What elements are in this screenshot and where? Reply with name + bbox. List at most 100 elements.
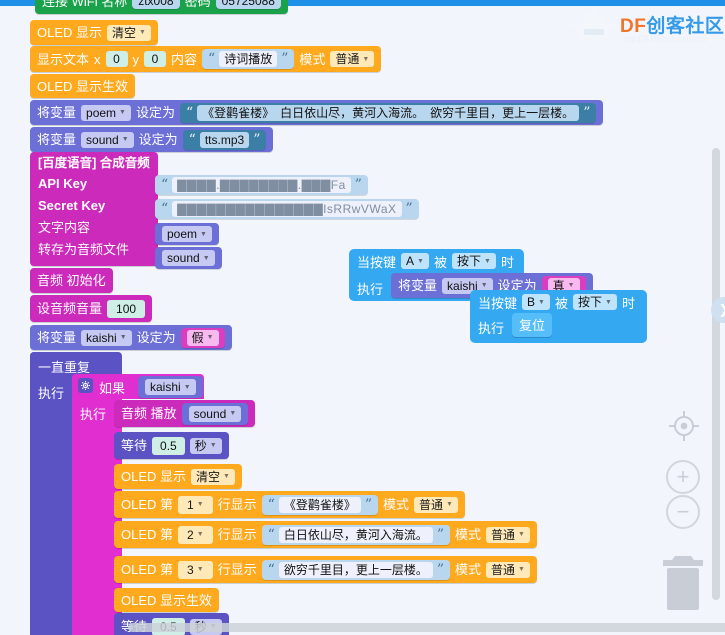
oled-line-1-text[interactable]: 《登鹳雀楼》 (278, 496, 361, 513)
wifi-password-value: 05725088 (221, 0, 275, 8)
center-workspace-button[interactable] (668, 410, 700, 442)
set-poem-variable[interactable]: poem ▼ (81, 104, 131, 121)
block-show-text[interactable]: 显示文本 x 0 y 0 内容 “ 诗词播放 ” 模式 普通 ▼ (30, 46, 382, 72)
oled-refresh-top-label: OLED 显示生效 (37, 78, 129, 94)
event-a-action[interactable]: 按下 ▼ (451, 253, 496, 269)
secretkey-text-block[interactable]: “ ▇▇▇▇▇▇▇▇▇▇▇▇▇▇▇IsRRwVWaX ” (155, 199, 419, 219)
block-wifi-connect[interactable]: 连接 WiFi 名称 ztx008 密码 05725088 (35, 0, 288, 14)
quote-open-icon: “ (267, 496, 275, 513)
chevron-down-icon: ▼ (538, 298, 545, 306)
vertical-scrollbar[interactable] (712, 148, 720, 600)
wifi-ssid-value: ztx008 (138, 0, 174, 8)
oled-line-1-mode[interactable]: 普通 ▼ (414, 496, 458, 513)
show-text-content-block[interactable]: “ 诗词播放 ” (202, 49, 295, 69)
block-set-variable-poem[interactable]: 将变量 poem ▼ 设定为 “ 《登鹳雀楼》 白日依山尽，黄河入海流。 欲穷千… (30, 100, 604, 125)
oled-line-3-text[interactable]: 欲穷千里目，更上一层楼。 (278, 561, 433, 578)
wifi-ssid-value-block[interactable]: ztx008 (132, 0, 180, 9)
sound-text-block[interactable]: “ tts.mp3 ” (182, 129, 267, 150)
gear-icon[interactable] (78, 378, 93, 393)
block-oled-refresh-top[interactable]: OLED 显示生效 (30, 74, 136, 98)
show-text-x-value[interactable]: 0 (105, 51, 128, 67)
set-sound-variable[interactable]: sound ▼ (81, 131, 134, 148)
apikey-value[interactable]: ▇▇▇▇.▇▇▇▇▇▇▇▇.▇▇▇Fa (172, 177, 351, 193)
kaishi-false-block[interactable]: 假 ▼ (180, 327, 225, 348)
oled-clear-loop-mode-text: 清空 (196, 469, 221, 484)
wait-1-value[interactable]: 0.5 (152, 436, 185, 455)
event-a-key[interactable]: A ▼ (401, 253, 429, 269)
block-oled-refresh-loop[interactable]: OLED 显示生效 (114, 588, 220, 612)
event-b-key[interactable]: B ▼ (522, 294, 550, 310)
if-do-label: 执行 (80, 407, 107, 422)
block-wait-1[interactable]: 等待 0.5 秒 ▼ (114, 432, 229, 459)
poem-text-value[interactable]: 《登鹳雀楼》 白日依山尽，黄河入海流。 欲穷千里目，更上一层楼。 (197, 104, 580, 121)
audio-play-label: 音频 播放 (121, 406, 177, 421)
kaishi-false-value[interactable]: 假 ▼ (186, 329, 219, 346)
zoom-out-button[interactable]: − (666, 495, 700, 529)
apikey-text-block[interactable]: “ ▇▇▇▇.▇▇▇▇▇▇▇▇.▇▇▇Fa ” (155, 175, 368, 195)
trash-button[interactable] (657, 552, 709, 614)
block-baidu-tts[interactable]: [百度语音] 合成音频 API Key Secret Key 文字内容 转存为音… (30, 152, 158, 266)
block-set-kaishi-false[interactable]: 将变量 kaishi ▼ 设定为 假 ▼ (30, 325, 232, 350)
secretkey-value[interactable]: ▇▇▇▇▇▇▇▇▇▇▇▇▇▇▇IsRRwVWaX (172, 201, 402, 217)
show-text-y-value[interactable]: 0 (144, 51, 167, 67)
crosshair-target-icon (669, 411, 699, 441)
wifi-password-value-block[interactable]: 05725088 (215, 0, 281, 9)
blockly-workspace[interactable]: DF创客社区 mc.DFRobot.com.cn 连接 WiFi 名称 ztx0… (0, 0, 725, 635)
show-text-mode-value[interactable]: 普通 ▼ (330, 51, 375, 67)
block-oled-line-1[interactable]: OLED 第 1 ▼ 行显示 “ 《登鹳雀楼》 ” 模式 普通 ▼ (114, 491, 465, 518)
oled-clear-loop-label: OLED 显示 (121, 469, 187, 484)
quote-close-icon: ” (364, 496, 373, 513)
horizontal-scrollbar[interactable] (128, 623, 725, 632)
set-kaishi-variable-text: kaishi (86, 330, 117, 345)
show-text-label: 显示文本 (37, 51, 90, 67)
baidu-tts-apikey-socket[interactable]: “ ▇▇▇▇.▇▇▇▇▇▇▇▇.▇▇▇Fa ” (155, 175, 368, 195)
oled-line-1-text-block[interactable]: “ 《登鹳雀楼》 ” (261, 494, 379, 515)
sound-text-value[interactable]: tts.mp3 (199, 131, 250, 148)
block-audio-init[interactable]: 音频 初始化 (30, 268, 113, 293)
block-oled-line-2[interactable]: OLED 第 2 ▼ 行显示 “ 白日依山尽，黄河入海流。 ” 模式 普通 ▼ (114, 521, 537, 548)
baidu-tts-file-socket[interactable]: sound ▼ (155, 247, 222, 269)
block-oled-line-3[interactable]: OLED 第 3 ▼ 行显示 “ 欲穷千里目，更上一层楼。 ” 模式 普通 ▼ (114, 556, 537, 583)
quote-open-icon: “ (186, 104, 194, 121)
event-b-action[interactable]: 按下 ▼ (572, 294, 617, 310)
block-reset[interactable]: 复位 (512, 313, 553, 337)
oled-clear-top-mode-text: 清空 (112, 25, 137, 40)
oled-line-2-number[interactable]: 2 ▼ (178, 525, 213, 544)
oled-clear-top-mode[interactable]: 清空 ▼ (107, 24, 151, 41)
tts-file-variable[interactable]: sound ▼ (162, 250, 215, 266)
baidu-tts-secretkey-socket[interactable]: “ ▇▇▇▇▇▇▇▇▇▇▇▇▇▇▇IsRRwVWaX ” (155, 199, 419, 219)
tts-text-variable[interactable]: poem ▼ (162, 226, 212, 242)
if-condition-block[interactable]: kaishi ▼ (138, 376, 203, 398)
if-condition-variable[interactable]: kaishi ▼ (145, 379, 196, 395)
quote-open-icon: “ (267, 561, 275, 578)
block-oled-clear-loop[interactable]: OLED 显示 清空 ▼ (114, 464, 242, 489)
wait-1-unit[interactable]: 秒 ▼ (189, 437, 222, 454)
show-text-content-value[interactable]: 诗词播放 (219, 51, 278, 67)
block-oled-clear-top[interactable]: OLED 显示 清空 ▼ (30, 20, 158, 45)
block-audio-play[interactable]: 音频 播放 sound ▼ (114, 400, 256, 427)
oled-line-1-prefix: OLED 第 (121, 497, 174, 512)
audio-play-variable[interactable]: sound ▼ (188, 405, 242, 422)
baidu-tts-text-socket[interactable]: poem ▼ (155, 223, 219, 245)
audio-init-label: 音频 初始化 (37, 273, 106, 288)
tts-text-variable-block[interactable]: poem ▼ (155, 223, 219, 245)
oled-line-3-mode[interactable]: 普通 ▼ (486, 561, 530, 578)
zoom-in-button[interactable]: + (666, 460, 700, 494)
audio-volume-value[interactable]: 100 (107, 299, 146, 318)
oled-line-3-number[interactable]: 3 ▼ (178, 560, 213, 579)
baidu-tts-text-label: 文字内容 (38, 220, 91, 235)
audio-play-variable-block[interactable]: sound ▼ (181, 402, 249, 425)
tts-file-variable-block[interactable]: sound ▼ (155, 247, 222, 269)
set-kaishi-variable[interactable]: kaishi ▼ (81, 329, 132, 346)
oled-line-2-text[interactable]: 白日依山尽，黄河入海流。 (278, 526, 433, 543)
poem-text-block[interactable]: “ 《登鹳雀楼》 白日依山尽，黄河入海流。 欲穷千里目，更上一层楼。 ” (180, 102, 597, 123)
oled-line-2-mode[interactable]: 普通 ▼ (486, 526, 530, 543)
event-a-bei-label: 被 (433, 254, 447, 270)
block-set-variable-sound[interactable]: 将变量 sound ▼ 设定为 “ tts.mp3 ” (30, 127, 274, 152)
quote-close-icon: ” (405, 201, 413, 217)
block-audio-volume[interactable]: 设音频音量 100 (30, 295, 153, 322)
oled-clear-loop-mode[interactable]: 清空 ▼ (191, 468, 235, 485)
oled-line-1-number[interactable]: 1 ▼ (178, 495, 213, 514)
oled-line-3-text-block[interactable]: “ 欲穷千里目，更上一层楼。 ” (261, 559, 451, 580)
oled-line-2-text-block[interactable]: “ 白日依山尽，黄河入海流。 ” (261, 524, 451, 545)
